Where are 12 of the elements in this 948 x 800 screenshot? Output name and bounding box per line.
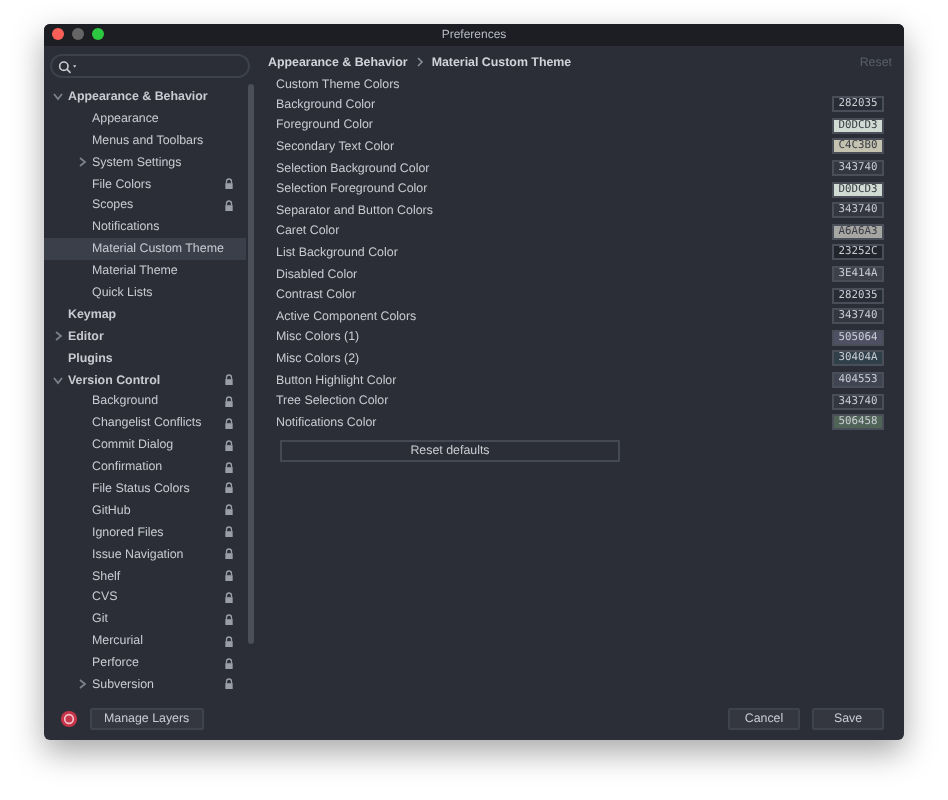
chevron-icon[interactable] [52,374,64,387]
chevron-icon [415,56,424,68]
chevron-icon[interactable] [52,90,64,103]
chevron-icon[interactable] [76,156,88,169]
chevron-icon[interactable] [76,678,88,691]
search-icon [58,59,78,73]
close-icon[interactable] [52,28,64,40]
chevron-icon[interactable] [52,330,64,343]
scrollbar[interactable] [248,84,254,644]
search-field[interactable] [50,54,250,78]
zoom-icon[interactable] [92,28,104,40]
minimize-icon[interactable] [72,28,84,40]
